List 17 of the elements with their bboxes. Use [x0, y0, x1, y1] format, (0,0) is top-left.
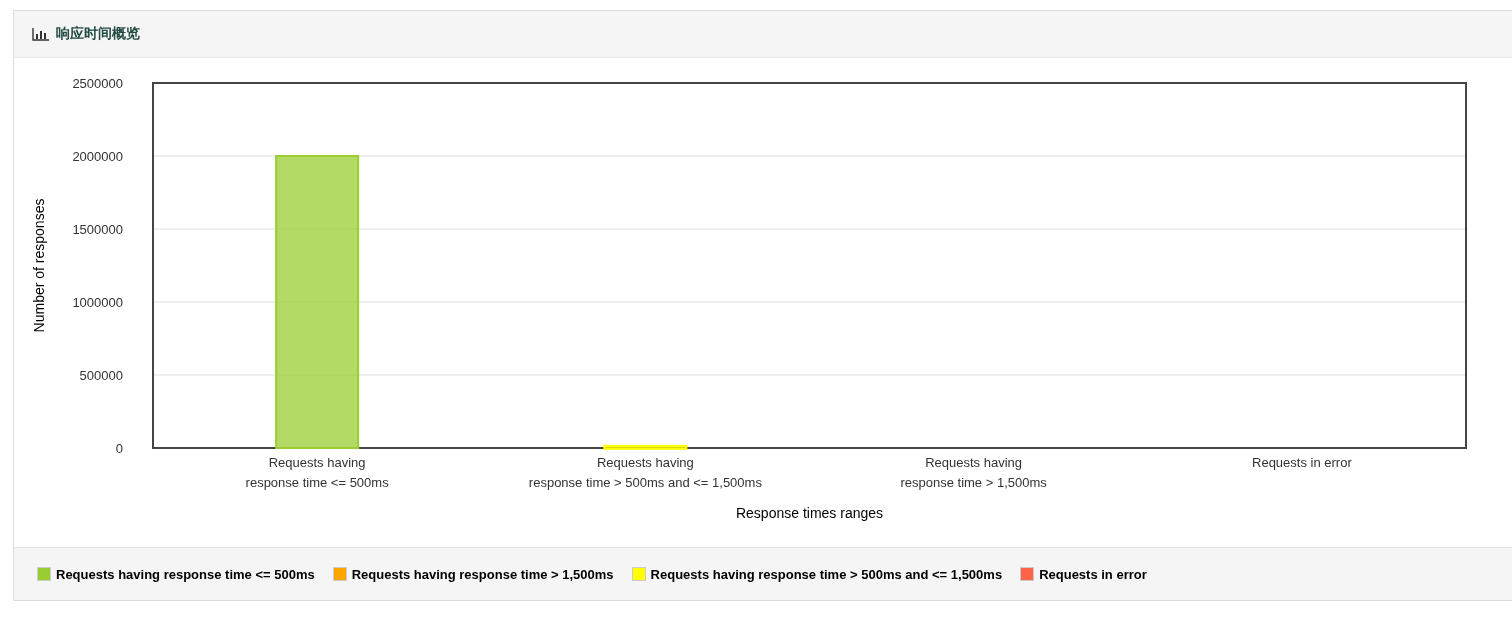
x-axis-title: Response times ranges	[735, 505, 884, 521]
legend-label: Requests having response time > 1,500ms	[351, 566, 614, 582]
x-category-label: Requests having response time <= 500ms	[245, 455, 389, 490]
panel-title: 响应时间概览	[56, 25, 140, 43]
y-tick-label: 1000000	[72, 295, 123, 310]
x-category-label: Requests having response time > 1,500ms	[900, 455, 1047, 490]
y-tick-label: 2500000	[72, 76, 123, 91]
x-category-label: Requests having response time > 500ms and <= 1,500ms	[528, 455, 762, 490]
y-tick-label: 0	[115, 441, 123, 456]
legend-label: Requests having response time > 500ms and <= 1,500ms	[650, 566, 1003, 582]
x-category-label: Requests in error	[1252, 455, 1352, 470]
legend-label: Requests having response time <= 500ms	[56, 566, 315, 582]
y-tick-label: 1500000	[72, 222, 123, 237]
y-tick-label: 500000	[79, 368, 123, 383]
y-tick-label: 2000000	[72, 149, 123, 164]
legend-label: Requests in error	[1039, 566, 1147, 582]
y-axis-title: Number of responses	[31, 198, 47, 333]
